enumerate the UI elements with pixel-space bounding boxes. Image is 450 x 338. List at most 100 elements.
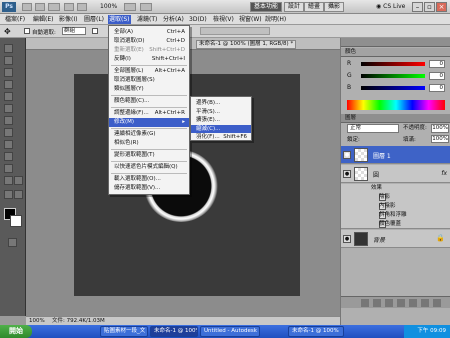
- menu-edit[interactable]: 編輯(E): [32, 15, 54, 24]
- layer-name[interactable]: 圖層 1: [373, 151, 391, 160]
- select-menu-item[interactable]: 載入選取範圍(O)...: [109, 175, 189, 184]
- visibility-eye-icon[interactable]: ●: [343, 235, 351, 243]
- modify-menu-item[interactable]: 擴張(E)...: [191, 116, 251, 125]
- color-slider-r[interactable]: R 0: [347, 60, 447, 68]
- select-menu-item[interactable]: 修改(M) ▸: [109, 118, 189, 127]
- hand-tool-icon[interactable]: [4, 190, 13, 199]
- color-spectrum-ramp[interactable]: [347, 100, 445, 110]
- select-menu-item[interactable]: 連續相近像素(G): [109, 130, 189, 139]
- modify-menu-item[interactable]: 邊界(B)...: [191, 99, 251, 108]
- layer-row-background[interactable]: ● 背景 🔒: [341, 230, 450, 248]
- eyedropper-tool-icon[interactable]: [4, 104, 13, 113]
- menu-file[interactable]: 檔案(F): [4, 15, 26, 24]
- layer-name[interactable]: 背景: [373, 235, 385, 244]
- menu-analysis[interactable]: 分析(A): [162, 15, 185, 24]
- color-slider-g[interactable]: G 0: [347, 72, 447, 80]
- view-extras-button[interactable]: [48, 3, 60, 11]
- zoom-tool-icon[interactable]: [14, 190, 23, 199]
- color-slider-b[interactable]: B 0: [347, 84, 447, 92]
- modify-menu-item[interactable]: 平滑(S)...: [191, 108, 251, 117]
- auto-select-dropdown[interactable]: 群組: [62, 27, 86, 35]
- adjustment-layer-icon[interactable]: [397, 299, 405, 307]
- brush-tool-icon[interactable]: [4, 128, 13, 137]
- layer-row-circle[interactable]: ● 圓 fx: [341, 165, 450, 183]
- channel-track[interactable]: [361, 74, 425, 78]
- move-tool-icon[interactable]: [4, 44, 13, 53]
- select-menu-item[interactable]: 取消選取(D) Ctrl+D: [109, 37, 189, 46]
- blend-mode-dropdown[interactable]: 正常: [347, 124, 399, 133]
- maximize-icon[interactable]: ▫: [424, 2, 435, 12]
- opacity-field[interactable]: 100%: [431, 124, 449, 133]
- delete-layer-icon[interactable]: [433, 299, 441, 307]
- marquee-tool-icon[interactable]: [4, 56, 13, 65]
- menu-window[interactable]: 視窗(W): [238, 15, 263, 24]
- workspace-essentials[interactable]: 基本功能: [250, 2, 283, 12]
- close-icon[interactable]: ×: [436, 2, 447, 12]
- modify-menu-item[interactable]: 縮減(C)...: [191, 124, 251, 133]
- select-menu-item[interactable]: 全部圖層(L) Alt+Ctrl+A: [109, 67, 189, 76]
- layer-name[interactable]: 圓: [373, 170, 379, 179]
- select-menu-item[interactable]: 反轉(I) Shift+Ctrl+I: [109, 55, 189, 64]
- move-tool-icon[interactable]: ✥: [4, 27, 11, 36]
- add-style-icon[interactable]: [373, 299, 381, 307]
- show-transform-checkbox[interactable]: [92, 28, 98, 34]
- taskbar-item[interactable]: 未命名-1 @ 100%: [150, 326, 198, 337]
- auto-select-checkbox[interactable]: [24, 28, 30, 34]
- visibility-eye-icon[interactable]: ●: [343, 170, 351, 178]
- channel-track[interactable]: [361, 62, 425, 66]
- layer-row-1[interactable]: ● 圖層 1: [341, 146, 450, 164]
- zoom-tool-button[interactable]: [77, 3, 87, 11]
- select-menu-item[interactable]: 全部(A) Ctrl+A: [109, 28, 189, 37]
- menu-help[interactable]: 說明(H): [264, 15, 287, 24]
- minibridge-button[interactable]: [35, 3, 45, 11]
- channel-value[interactable]: 0: [429, 72, 445, 80]
- effect-row[interactable]: 斜角和浮雕: [341, 211, 450, 220]
- pen-tool-icon[interactable]: [4, 176, 13, 185]
- taskbar-item[interactable]: 未命名-1 @ 100%: [288, 326, 344, 337]
- start-button[interactable]: 開始: [0, 325, 32, 338]
- type-tool-icon[interactable]: [14, 176, 23, 185]
- workspace-painting[interactable]: 繪畫: [304, 2, 325, 12]
- menu-view[interactable]: 檢視(V): [212, 15, 235, 24]
- effect-row[interactable]: 顏色覆蓋: [341, 220, 450, 229]
- zoom-level[interactable]: 100%: [100, 3, 117, 10]
- minimize-icon[interactable]: –: [412, 2, 423, 12]
- hand-tool-button[interactable]: [64, 3, 74, 11]
- select-menu-item[interactable]: 顏色範圍(C)...: [109, 97, 189, 106]
- screen-mode-button[interactable]: [140, 3, 152, 11]
- menu-select[interactable]: 選取(S): [108, 15, 131, 24]
- new-layer-icon[interactable]: [421, 299, 429, 307]
- channel-value[interactable]: 0: [429, 84, 445, 92]
- crop-tool-icon[interactable]: [4, 92, 13, 101]
- quick-mask-icon[interactable]: [8, 238, 17, 247]
- fill-field[interactable]: 100%: [431, 135, 449, 143]
- taskbar-item[interactable]: 貼圖素材一段_文: [100, 326, 148, 337]
- bridge-button[interactable]: [22, 3, 32, 11]
- add-mask-icon[interactable]: [385, 299, 393, 307]
- workspace-photography[interactable]: 攝影: [324, 2, 345, 12]
- effect-row[interactable]: 陰影: [341, 193, 450, 202]
- link-layers-icon[interactable]: [361, 299, 369, 307]
- effect-row[interactable]: 內陰影: [341, 202, 450, 211]
- menu-layer[interactable]: 圖層(L): [83, 15, 105, 24]
- healing-tool-icon[interactable]: [4, 116, 13, 125]
- select-menu-item[interactable]: 類似圖層(Y): [109, 85, 189, 94]
- effects-header-row[interactable]: 效果: [341, 184, 450, 193]
- select-menu-item[interactable]: 儲存選取範圍(V)...: [109, 184, 189, 193]
- new-group-icon[interactable]: [409, 299, 417, 307]
- menu-3d[interactable]: 3D(D): [188, 15, 208, 24]
- channel-track[interactable]: [361, 86, 425, 90]
- modify-menu-item[interactable]: 羽化(F)... Shift+F6: [191, 133, 251, 142]
- channel-value[interactable]: 0: [429, 60, 445, 68]
- eraser-tool-icon[interactable]: [4, 152, 13, 161]
- clone-stamp-tool-icon[interactable]: [4, 140, 13, 149]
- document-tab[interactable]: 未命名-1 @ 100% (圖層 1, RGB/8) *: [196, 40, 297, 49]
- lasso-tool-icon[interactable]: [4, 68, 13, 77]
- taskbar-item[interactable]: Untitled - Autodesk: [200, 326, 260, 337]
- menu-image[interactable]: 影像(I): [58, 15, 78, 24]
- workspace-design[interactable]: 設計: [284, 2, 305, 12]
- background-color-swatch[interactable]: [10, 215, 22, 227]
- status-zoom[interactable]: 100%: [29, 318, 45, 325]
- align-icons[interactable]: [200, 27, 270, 35]
- select-menu-item[interactable]: 變形選取範圍(T): [109, 151, 189, 160]
